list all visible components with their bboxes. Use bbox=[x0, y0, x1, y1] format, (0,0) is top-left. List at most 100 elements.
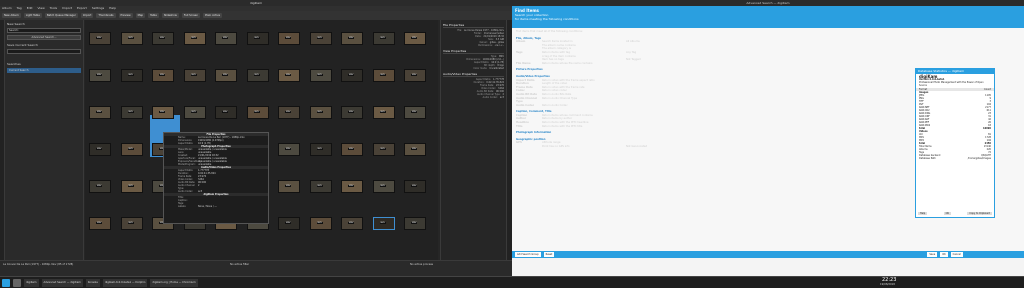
thumbnail[interactable]: MKV bbox=[246, 106, 269, 119]
thumbnail[interactable]: MKV bbox=[152, 32, 174, 45]
main-status-bar: La Convei De La Peri (1977) - 1080p.mkv … bbox=[0, 260, 512, 276]
condition-field: Audio Channel Type bbox=[516, 96, 538, 104]
thumbnail[interactable]: MKV bbox=[309, 69, 332, 82]
thumbnail[interactable]: MKV bbox=[341, 180, 363, 193]
thumbnail[interactable]: MKV bbox=[89, 32, 111, 45]
video-format-badge: MKV bbox=[348, 185, 355, 187]
condition-description: Return Audio Codec bbox=[542, 103, 568, 107]
taskbar-item[interactable]: Advanced Search — digiKam bbox=[41, 278, 83, 287]
toolbar-button-slideshow[interactable]: Slideshow bbox=[161, 13, 179, 18]
condition-value[interactable]: Not Tagged bbox=[626, 58, 641, 62]
video-format-badge: MKV bbox=[379, 74, 386, 76]
video-format-badge: MKV bbox=[159, 37, 166, 39]
video-format-badge: MKV bbox=[348, 111, 355, 113]
main-toolbar: New Album Light Table Batch Queue Manager I… bbox=[0, 11, 512, 20]
thumbnail[interactable]: MKV bbox=[152, 106, 174, 119]
thumbnail[interactable]: MKV bbox=[278, 106, 300, 119]
thumbnail[interactable]: MKV bbox=[341, 106, 363, 119]
taskbar-item[interactable]: digikam.org | Home — Chromium bbox=[150, 278, 198, 287]
footer-button-save[interactable]: Save bbox=[927, 252, 938, 257]
condition-value[interactable]: Any Tag bbox=[626, 51, 636, 55]
thumbnail[interactable]: MKV bbox=[120, 69, 143, 82]
footer-button-reset[interactable]: Reset bbox=[543, 252, 555, 257]
thumbnail[interactable]: MKV bbox=[89, 69, 111, 82]
footer-button-ok[interactable]: OK bbox=[940, 252, 948, 257]
thumbnail[interactable]: MKV bbox=[183, 69, 206, 82]
current-search-item[interactable]: Current Search bbox=[7, 68, 81, 73]
toolbar-button-import[interactable]: Import bbox=[80, 13, 94, 18]
toolbar-button-light-table[interactable]: Light Table bbox=[23, 13, 42, 18]
search-input[interactable]: Search: bbox=[7, 28, 81, 33]
thumbnail[interactable]: MKV bbox=[404, 180, 426, 193]
thumbnail[interactable]: MKV bbox=[309, 143, 332, 156]
search-input-label: Search: bbox=[9, 29, 19, 32]
toolbar-button-thumbnails[interactable]: Thumbnails bbox=[96, 13, 116, 18]
thumbnail[interactable]: MKV bbox=[309, 180, 332, 193]
thumbnail[interactable]: MKV bbox=[372, 106, 395, 119]
toolbar-button-new-album[interactable]: New Album bbox=[2, 13, 21, 18]
thumbnail[interactable]: MKV bbox=[278, 69, 300, 82]
thumbnail[interactable]: MKV bbox=[341, 32, 363, 45]
footer-button-add-search-group[interactable]: Add Search Group bbox=[515, 252, 541, 257]
thumbnail[interactable]: MKV bbox=[120, 143, 143, 156]
thumbnail[interactable]: MKV bbox=[404, 32, 426, 45]
thumbnail[interactable]: MKV bbox=[372, 143, 395, 156]
thumbnail[interactable]: MKV bbox=[152, 69, 174, 82]
stats-col-count: Count bbox=[984, 88, 991, 91]
toolbar-button-full-screen[interactable]: Full Screen bbox=[181, 13, 201, 18]
thumbnail[interactable]: MKV bbox=[278, 180, 300, 193]
thumbnail[interactable]: MKV bbox=[120, 217, 143, 230]
thumbnail[interactable]: MKV bbox=[89, 180, 111, 193]
taskbar: digiKam Advanced Search — digiKam Konsole d… bbox=[0, 276, 1024, 288]
thumbnail[interactable]: MKV bbox=[89, 143, 111, 156]
thumbnail[interactable]: MKV bbox=[372, 32, 395, 45]
thumbnail[interactable]: MKV bbox=[309, 217, 332, 230]
pager-icon[interactable] bbox=[13, 278, 21, 287]
thumbnail[interactable]: MKV bbox=[404, 217, 426, 230]
thumbnail[interactable]: MKV bbox=[278, 217, 300, 230]
thumbnail[interactable]: MKV bbox=[341, 217, 363, 230]
advanced-search-button[interactable]: Advanced Search... bbox=[7, 35, 81, 40]
stats-button-ok[interactable]: OK bbox=[943, 212, 951, 215]
thumbnail[interactable]: MKV bbox=[183, 106, 206, 119]
thumbnail[interactable]: MKV bbox=[246, 32, 269, 45]
condition-value[interactable]: All Albums bbox=[626, 40, 640, 44]
thumbnail[interactable]: MKV bbox=[215, 106, 237, 119]
thumbnail[interactable]: MKV bbox=[404, 69, 426, 82]
thumbnail[interactable]: MKV bbox=[341, 143, 363, 156]
app-launcher-icon[interactable] bbox=[2, 278, 10, 287]
toolbar-button-table[interactable]: Table bbox=[148, 13, 159, 18]
stats-button-copy-to-clipboard[interactable]: Copy to Clipboard bbox=[967, 212, 992, 215]
thumbnail[interactable]: MKV bbox=[341, 69, 363, 82]
thumbnail[interactable]: MKV bbox=[372, 180, 395, 193]
thumbnail[interactable]: MKV bbox=[278, 143, 300, 156]
thumbnail[interactable]: MKV bbox=[120, 32, 143, 45]
thumbnail[interactable]: MKV bbox=[309, 32, 332, 45]
taskbar-item[interactable]: digikam-6.0.0-beta1 — Dolphin bbox=[102, 278, 148, 287]
thumbnail[interactable]: MKV bbox=[246, 69, 269, 82]
thumbnail[interactable]: MKV bbox=[215, 69, 237, 82]
thumbnail[interactable]: MKV bbox=[120, 106, 143, 119]
thumbnail[interactable]: MKV bbox=[215, 32, 237, 45]
stats-button-help[interactable]: Help bbox=[918, 212, 928, 215]
save-search-input[interactable] bbox=[7, 49, 81, 54]
thumbnail[interactable]: MKV bbox=[309, 106, 332, 119]
footer-button-cancel[interactable]: Cancel bbox=[950, 252, 963, 257]
thumbnail[interactable]: MKV bbox=[404, 106, 426, 119]
find-all-option[interactable]: Find items that meet all of the followin… bbox=[516, 30, 1020, 34]
thumbnail[interactable]: MKV bbox=[404, 143, 426, 156]
taskbar-item[interactable]: digiKam bbox=[24, 278, 39, 287]
condition-value[interactable]: Not Geo-located bbox=[626, 145, 647, 149]
thumbnail[interactable]: MKV bbox=[183, 32, 206, 45]
thumbnail[interactable]: MKV bbox=[120, 180, 143, 193]
taskbar-item[interactable]: Konsole bbox=[85, 278, 100, 287]
toolbar-button-plain-active[interactable]: Plain Active bbox=[203, 13, 223, 18]
thumbnail[interactable]: MKV bbox=[372, 217, 395, 230]
thumbnail[interactable]: MKV bbox=[89, 106, 111, 119]
toolbar-button-preview[interactable]: Preview bbox=[118, 13, 133, 18]
toolbar-button-map[interactable]: Map bbox=[135, 13, 146, 18]
thumbnail[interactable]: MKV bbox=[278, 32, 300, 45]
toolbar-button-batch-queue-manager[interactable]: Batch Queue Manager bbox=[44, 13, 78, 18]
thumbnail[interactable]: MKV bbox=[372, 69, 395, 82]
thumbnail[interactable]: MKV bbox=[89, 217, 111, 230]
